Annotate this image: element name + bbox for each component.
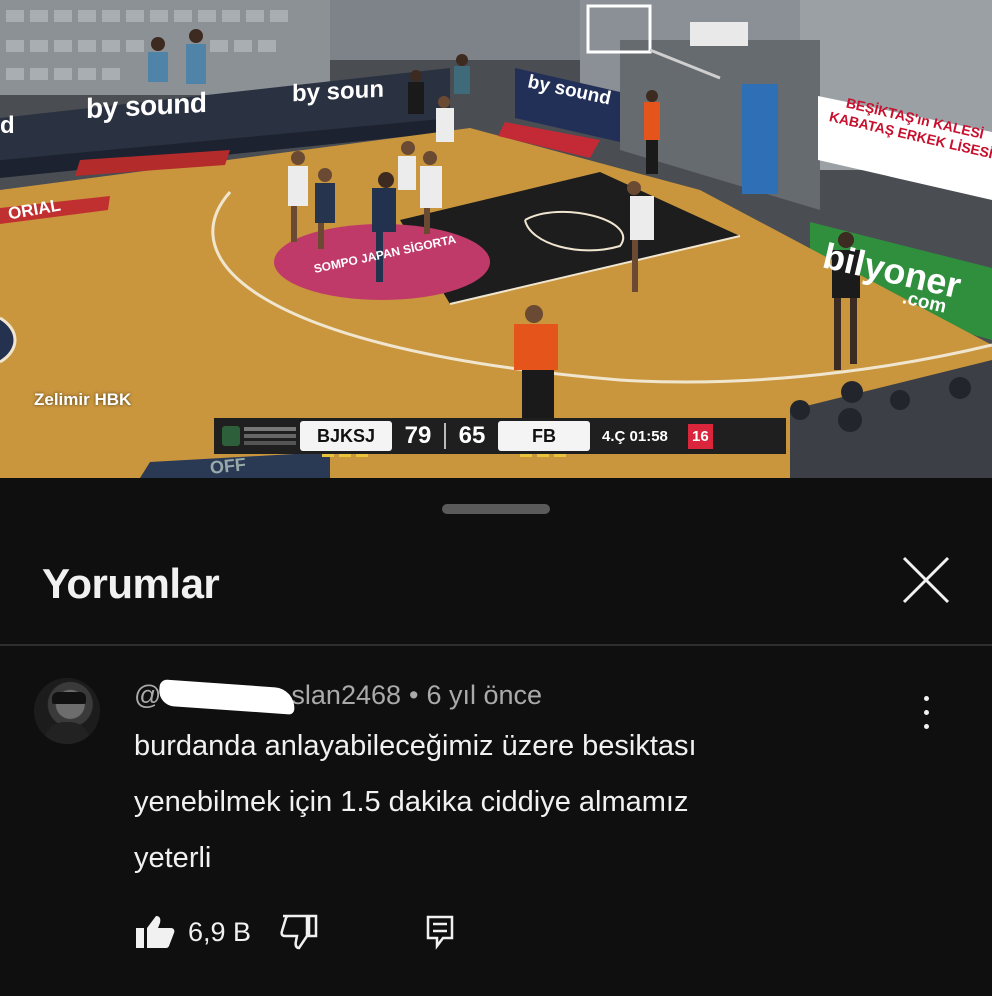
team-fouls-indicator xyxy=(520,454,566,457)
author-handle-suffix[interactable]: slan2468 xyxy=(291,680,401,711)
comment-line: burdanda anlayabileceğimiz üzere besikta… xyxy=(134,730,697,762)
like-count: 6,9 B xyxy=(188,916,252,947)
team-fouls-indicator xyxy=(322,454,368,457)
away-score: 65 xyxy=(458,422,486,449)
more-vert-icon xyxy=(924,696,929,701)
home-score: 79 xyxy=(404,422,432,449)
comments-panel: Yorumlar @ slan2468 • 6 yıl önce burdand… xyxy=(0,484,992,996)
home-team-badge: BJKSJ xyxy=(300,421,392,457)
comment-menu-button[interactable] xyxy=(914,690,938,736)
ad-bysound-board: by soun xyxy=(292,75,385,108)
like-button[interactable] xyxy=(134,914,176,950)
league-logo xyxy=(214,418,300,454)
comment-body: burdanda anlayabileceğimiz üzere besikta… xyxy=(134,718,914,886)
reply-button[interactable] xyxy=(425,914,457,950)
comment-timestamp: 6 yıl önce xyxy=(426,679,543,710)
redaction-scribble xyxy=(158,679,297,715)
meta-separator: • xyxy=(409,679,419,710)
away-team-name: FB xyxy=(532,425,556,446)
ad-bysound-board: by sound xyxy=(86,86,207,125)
scoreboard: BJKSJ 79 65 FB 4.Ç 01:58 16 xyxy=(214,418,786,457)
close-icon xyxy=(902,556,950,604)
panel-title: Yorumlar xyxy=(42,560,220,607)
comment-actions: 6,9 B xyxy=(134,914,457,950)
comment-meta: @ slan2468 • 6 yıl önce xyxy=(134,678,543,715)
away-team-badge: FB xyxy=(498,421,590,457)
close-button[interactable] xyxy=(900,554,952,606)
author-handle-prefix[interactable]: @ xyxy=(134,680,161,711)
divider xyxy=(0,644,992,646)
comment-item: @ slan2468 • 6 yıl önce burdanda anlayab… xyxy=(0,668,992,988)
shot-clock: 16 xyxy=(688,423,713,449)
avatar[interactable] xyxy=(34,678,100,744)
comment-line: yenebilmek için 1.5 dakika ciddiye almam… xyxy=(134,786,689,818)
home-team-name: BJKSJ xyxy=(316,425,376,446)
thumb-down-icon xyxy=(280,914,318,950)
comment-line: yeterli xyxy=(134,842,212,874)
reply-icon xyxy=(426,915,454,950)
dislike-button[interactable] xyxy=(279,914,319,950)
ad-board-fragment: d xyxy=(0,112,15,139)
thumb-up-icon xyxy=(136,916,175,948)
video-watermark: Zelimir HBK xyxy=(34,390,132,409)
drag-handle[interactable] xyxy=(442,504,550,514)
video-player[interactable]: by sound by soun by sound d BEŞİKTAŞ'ın … xyxy=(0,0,992,478)
period-clock: 4.Ç 01:58 xyxy=(602,427,668,445)
ad-floor-text: OFF xyxy=(209,454,247,478)
